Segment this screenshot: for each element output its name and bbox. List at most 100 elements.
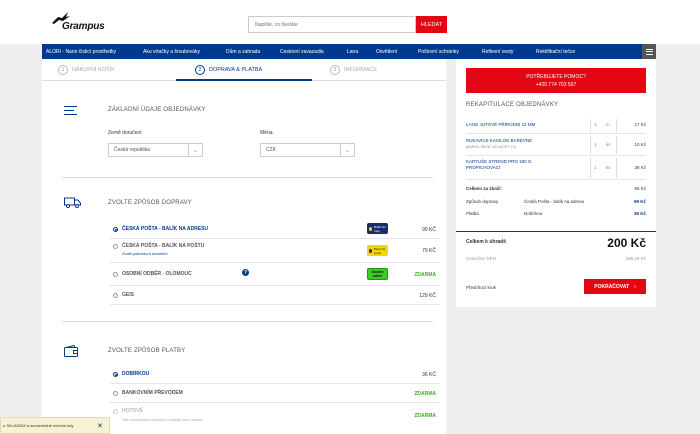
total-value: 200 Kč bbox=[607, 236, 646, 250]
truck-icon bbox=[64, 197, 81, 208]
section-divider bbox=[62, 321, 433, 322]
cart-item-unit: ks bbox=[606, 165, 611, 170]
chevron-down-icon: ⌄ bbox=[340, 144, 354, 156]
cart-item-qty: 1 bbox=[594, 142, 597, 147]
chevron-right-icon: › bbox=[634, 283, 636, 290]
payment-option-price: 36 KČ bbox=[422, 372, 436, 378]
nav-item-lana[interactable]: Lana bbox=[347, 49, 358, 55]
radio-button[interactable] bbox=[113, 244, 118, 249]
shipping-option-price: 79 KČ bbox=[422, 248, 436, 254]
payment-option-cash: HOTOVĚ Tato kombinace dopravy a platby n… bbox=[110, 403, 440, 427]
cart-item: LANO JUTOVÉ PŘÍRODNÍ 12 MM 1 m 17 Kč bbox=[466, 117, 646, 134]
step-shipping-payment[interactable]: 2 DOPRAVA & PLATBA bbox=[195, 59, 262, 81]
country-value: Česká republika bbox=[114, 147, 150, 153]
cart-item-price: 10 Kč bbox=[634, 142, 646, 147]
shipping-option-price: ZDARMA bbox=[414, 272, 436, 278]
site-header: Grampus HLEDAT bbox=[0, 0, 700, 44]
recap-title: REKAPITULACE OBJEDNÁVKY bbox=[466, 102, 559, 108]
cart-item-name[interactable]: KARTUŠE STREND PRO 190 G, PROPICHOVACÍ bbox=[466, 159, 551, 171]
shipping-option-pickup[interactable]: OSOBNÍ ODBĚR - OLOMOUC ? Osobní odběr ZD… bbox=[110, 263, 440, 286]
payment-name: Dobírkou bbox=[524, 211, 543, 216]
goods-total-value: 65 Kč bbox=[634, 186, 646, 191]
search-input[interactable] bbox=[248, 16, 416, 33]
radio-button[interactable] bbox=[113, 391, 118, 396]
shipping-option-geis[interactable]: GEIS 129 KČ bbox=[110, 286, 440, 305]
section-divider bbox=[62, 177, 433, 178]
nav-item-dum-zahrada[interactable]: Dům a zahrada bbox=[226, 49, 260, 55]
nav-item-alori[interactable]: ALORI - Nano čisticí prostředky bbox=[46, 49, 116, 55]
nav-item-osvetleni[interactable]: Osvětlení bbox=[376, 49, 397, 55]
shipping-option-cp-address[interactable]: ČESKÁ POŠTA - BALÍK NA ADRESU Balík Do r… bbox=[110, 220, 440, 239]
price-without-vat-value: 165,29 Kč bbox=[625, 256, 646, 261]
cart-item-variant: (BARVA: ŠEDÁ, VELIKOST: 10) bbox=[466, 145, 516, 149]
cart-item-qty: 1 bbox=[594, 122, 597, 127]
payment-row: Platba Dobírkou 36 Kč bbox=[466, 211, 646, 221]
nav-item-aku-vrtacky[interactable]: Aku vrtačky a šroubováky bbox=[143, 49, 200, 55]
payment-label: Platba bbox=[466, 211, 479, 216]
chevron-down-icon: ⌄ bbox=[188, 144, 202, 156]
help-phone: +420 774 703 567 bbox=[535, 82, 577, 88]
shipping-row: Způsob dopravy Česká Pošta - balík na ad… bbox=[466, 199, 646, 209]
goods-total-row: Celkem za zboží: 65 Kč bbox=[466, 186, 646, 196]
step-label: DOPRAVA & PLATBA bbox=[209, 67, 263, 73]
country-select[interactable]: Česká republika ⌄ bbox=[108, 143, 203, 157]
logo-text: Grampus bbox=[62, 21, 105, 32]
price-without-vat-label: Cena bez DPH bbox=[466, 256, 497, 261]
shipping-title: ZVOLTE ZPŮSOB DOPRAVY bbox=[108, 200, 192, 206]
cart-item-qty: 1 bbox=[594, 165, 597, 170]
payment-option-bank[interactable]: BANKOVNÍM PŘEVODEM ZDARMA bbox=[110, 384, 440, 403]
cart-item: KARTUŠE STREND PRO 190 G, PROPICHOVACÍ 1… bbox=[466, 156, 646, 180]
goods-total-label: Celkem za zboží: bbox=[466, 186, 503, 191]
previous-step-link[interactable]: Předchozí krok bbox=[466, 285, 496, 290]
radio-button[interactable] bbox=[113, 272, 118, 277]
continue-label: POKRAČOVAT bbox=[594, 283, 630, 290]
continue-button[interactable]: POKRAČOVAT › bbox=[584, 279, 646, 294]
hamburger-menu-icon[interactable] bbox=[642, 44, 656, 59]
step-number: 3 bbox=[330, 65, 340, 75]
radio-button[interactable] bbox=[113, 293, 118, 298]
radio-button[interactable] bbox=[113, 227, 118, 232]
payment-option-label: HOTOVĚ bbox=[122, 408, 144, 414]
search-button[interactable]: HLEDAT bbox=[416, 16, 447, 33]
ceska-posta-badge-icon: Balík Do ruky bbox=[367, 223, 388, 234]
checkout-main: 1 NÁKUPNÍ KOŠÍK 2 DOPRAVA & PLATBA 3 INF… bbox=[42, 59, 446, 434]
shipping-option-price: 99 KČ bbox=[422, 227, 436, 233]
nav-item-postovni-schranky[interactable]: Poštovní schránky bbox=[418, 49, 459, 55]
payment-option-note: Tato kombinace dopravy a platby není mož… bbox=[122, 417, 204, 422]
cart-item-unit: ks bbox=[606, 142, 611, 147]
shipping-option-label: ČESKÁ POŠTA - BALÍK NA POŠTU bbox=[122, 243, 205, 249]
cart-item-price: 17 Kč bbox=[634, 122, 646, 127]
payment-option-cod[interactable]: DOBÍRKOU 36 KČ bbox=[110, 365, 440, 384]
help-title: POTŘEBUJETE POMOC? bbox=[526, 74, 586, 80]
info-icon[interactable]: ? bbox=[242, 269, 249, 276]
step-information[interactable]: 3 INFORMACE bbox=[330, 59, 377, 81]
choose-branch-link[interactable]: Zvolit pobočku k doručení bbox=[122, 251, 168, 256]
currency-select[interactable]: CZK ⌄ bbox=[260, 143, 355, 157]
close-icon[interactable]: ✕ bbox=[97, 422, 103, 430]
radio-button[interactable] bbox=[113, 372, 118, 377]
shipping-option-cp-post[interactable]: ČESKÁ POŠTA - BALÍK NA POŠTU Zvolit pobo… bbox=[110, 239, 440, 263]
step-cart[interactable]: 1 NÁKUPNÍ KOŠÍK bbox=[58, 59, 115, 81]
basic-info-title: ZÁKLADNÍ ÚDAJE OBJEDNÁVKY bbox=[108, 107, 206, 113]
payment-option-price: ZDARMA bbox=[414, 391, 436, 397]
nav-item-reflexni-vesty[interactable]: Reflexní vesty bbox=[482, 49, 513, 55]
payment-value: 36 Kč bbox=[633, 211, 646, 216]
step-number: 1 bbox=[58, 65, 68, 75]
cart-item-name[interactable]: LANO JUTOVÉ PŘÍRODNÍ 12 MM bbox=[466, 122, 535, 128]
site-logo[interactable]: Grampus bbox=[44, 11, 116, 35]
notice-text: u SKLADEM a momentálně nevíme kdy bbox=[3, 423, 74, 428]
category-nav: ALORI - Nano čisticí prostředky Aku vrta… bbox=[42, 44, 656, 59]
pickup-badge-icon: Osobní odběr bbox=[367, 268, 388, 280]
wallet-icon bbox=[64, 345, 78, 357]
cart-item-unit: m bbox=[606, 122, 610, 127]
currency-value: CZK bbox=[266, 147, 276, 153]
shipping-option-price: 129 KČ bbox=[419, 293, 436, 299]
total-label: Celkem k úhradě bbox=[466, 239, 507, 245]
step-label: NÁKUPNÍ KOŠÍK bbox=[72, 67, 115, 73]
currency-label: Měna bbox=[260, 130, 273, 136]
nav-item-rektifikacni[interactable]: Rektifikační tečce bbox=[536, 49, 575, 55]
shipping-value: 99 Kč bbox=[633, 199, 646, 204]
help-contact-button[interactable]: POTŘEBUJETE POMOC? +420 774 703 567 bbox=[466, 68, 646, 93]
cart-item-name[interactable]: RUKAVICE KASILON BAREVNÉ (BARVA: ŠEDÁ, V… bbox=[466, 138, 532, 150]
nav-item-cestovni-zavazadla[interactable]: Cestovní zavazadla bbox=[280, 49, 324, 55]
